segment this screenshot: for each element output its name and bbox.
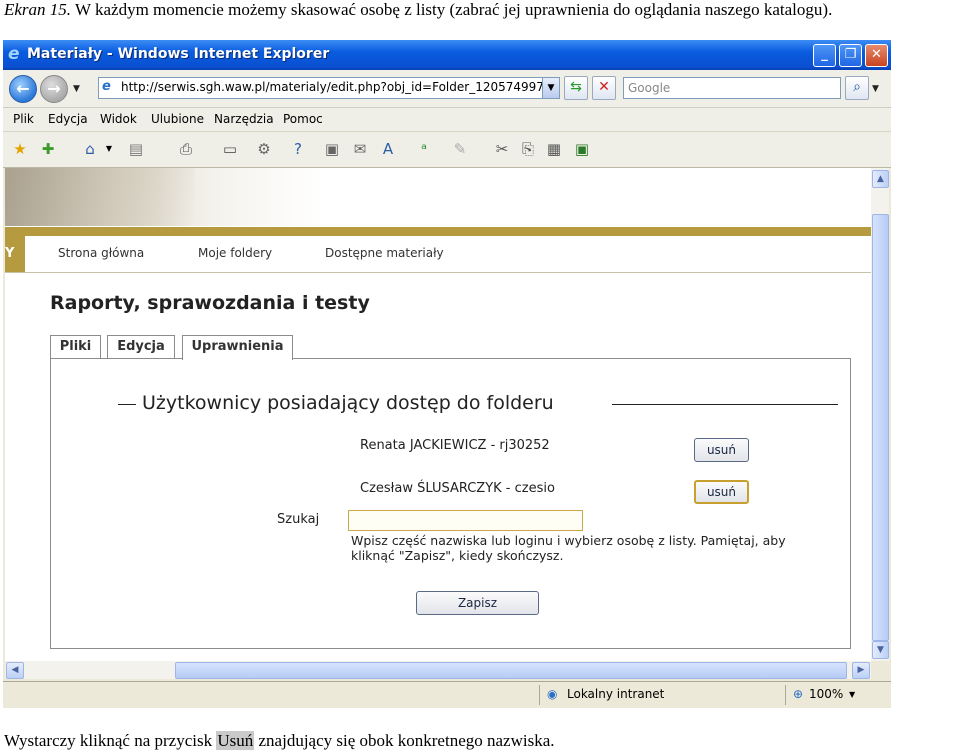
home-icon[interactable]: ⌂ (81, 140, 99, 158)
vertical-scrollbar[interactable]: ▲ ▼ (871, 168, 889, 661)
search-hint: Wpisz część nazwiska lub loginu i wybier… (351, 533, 786, 563)
user-row-1: Renata JACKIEWICZ - rj30252 (360, 438, 550, 453)
tab-pliki[interactable]: Pliki (50, 335, 101, 358)
horizontal-scroll-thumb[interactable] (175, 662, 847, 679)
menu-edycja[interactable]: Edycja (48, 112, 88, 126)
url-dropdown-icon[interactable]: ▼ (542, 78, 559, 98)
history-dropdown-icon[interactable]: ▼ (73, 84, 80, 94)
feeds-icon[interactable]: ▤ (127, 140, 145, 158)
copy-icon[interactable]: ⎘ (519, 140, 537, 158)
cut-icon[interactable]: ✂ (493, 140, 511, 158)
maximize-button[interactable]: ❐ (839, 44, 862, 67)
nav-available-materials[interactable]: Dostępne materiały (325, 246, 444, 260)
caption-top: Ekran 15. W każdym momencie możemy skaso… (4, 0, 832, 20)
save-button[interactable]: Zapisz (416, 591, 539, 615)
forward-button[interactable]: → (40, 75, 68, 103)
paste-icon[interactable]: ▦ (545, 140, 563, 158)
url-field[interactable]: e http://serwis.sgh.waw.pl/materialy/edi… (98, 77, 560, 99)
section-title: Użytkownicy posiadający dostęp do folder… (142, 392, 554, 414)
status-divider (785, 685, 786, 705)
legend-rule-right (612, 404, 838, 405)
caption-bottom-text: Wystarczy kliknąć na przycisk (4, 731, 217, 750)
user-row-2: Czesław ŚLUSARCZYK - czesio (360, 481, 555, 496)
site-banner (5, 168, 871, 226)
search-icon[interactable]: ⌕ (845, 76, 869, 100)
menu-widok[interactable]: Widok (100, 112, 137, 126)
tab-uprawnienia[interactable]: Uprawnienia (182, 335, 293, 360)
stop-button[interactable]: ✕ (592, 76, 616, 100)
nav-marker: Y (5, 236, 25, 272)
zoom-dropdown-icon[interactable]: ▼ (849, 690, 855, 699)
user-search-input[interactable] (348, 510, 583, 531)
zoom-icon: ⊕ (793, 687, 804, 701)
url-text: http://serwis.sgh.waw.pl/materialy/edit.… (121, 80, 552, 94)
menu-bar: Plik Edycja Widok Ulubione Narzędzia Pom… (3, 108, 891, 132)
caption-bottom: Wystarczy kliknąć na przycisk Usuń znajd… (4, 731, 555, 751)
search-field[interactable]: Google (623, 77, 841, 99)
intranet-globe-icon: ◉ (547, 687, 558, 701)
title-bar: e Materiały - Windows Internet Explorer … (3, 40, 891, 70)
fullscreen-icon[interactable]: ▣ (573, 140, 591, 158)
zoom-level[interactable]: 100% (809, 687, 843, 701)
minimize-button[interactable]: _ (813, 44, 836, 67)
scroll-down-icon[interactable]: ▼ (872, 641, 889, 659)
horizontal-scrollbar[interactable]: ◀ ▶ (5, 661, 871, 679)
favorites-star-icon[interactable]: ★ (11, 140, 29, 158)
banner-photo (5, 168, 195, 226)
security-zone: Lokalny intranet (567, 687, 665, 701)
close-button[interactable]: ✕ (865, 44, 888, 67)
caption-label: Ekran 15. (4, 0, 72, 19)
status-divider (539, 685, 540, 705)
encoding-icon[interactable]: A (379, 140, 397, 158)
site-nav: Y Strona główna Moje foldery Dostępne ma… (5, 236, 871, 273)
help-icon[interactable]: ? (289, 140, 307, 158)
edit-pencil-icon[interactable]: ✎ (451, 140, 469, 158)
remove-user-1-button[interactable]: usuń (694, 438, 749, 462)
address-bar: ← → ▼ e http://serwis.sgh.waw.pl/materia… (3, 70, 891, 108)
search-label: Szukaj (277, 512, 320, 527)
vertical-scroll-thumb[interactable] (872, 214, 889, 641)
window-title: Materiały - Windows Internet Explorer (27, 46, 330, 62)
tab-edycja[interactable]: Edycja (107, 335, 175, 358)
search-options-icon[interactable]: ▼ (872, 84, 879, 94)
command-bar: ★ ✚ ⌂ ▼ ▤ ⎙ ▭ ⚙ ? ▣ ✉ A ᵃ ✎ ✂ ⎘ ▦ ▣ (3, 132, 891, 168)
research-icon[interactable]: ▣ (323, 140, 341, 158)
page-menu-icon[interactable]: ▭ (221, 140, 239, 158)
refresh-button[interactable]: ⇆ (564, 76, 588, 100)
ie-logo-icon: e (8, 44, 20, 64)
remove-user-2-button[interactable]: usuń (694, 480, 749, 504)
scroll-up-icon[interactable]: ▲ (872, 170, 889, 188)
add-favorite-icon[interactable]: ✚ (39, 140, 57, 158)
menu-ulubione[interactable]: Ulubione (151, 112, 204, 126)
legend-rule-left (118, 404, 136, 405)
caption-bottom-rest: znajdujący się obok konkretnego nazwiska… (254, 731, 555, 750)
menu-plik[interactable]: Plik (13, 112, 34, 126)
back-button[interactable]: ← (9, 75, 37, 103)
banner-stripe (5, 227, 871, 236)
scroll-left-icon[interactable]: ◀ (6, 662, 24, 679)
status-bar: ◉ Lokalny intranet ⊕ 100% ▼ (3, 681, 891, 708)
search-placeholder: Google (628, 81, 671, 95)
caption-highlight: Usuń (216, 731, 255, 750)
page-viewport: Y Strona główna Moje foldery Dostępne ma… (5, 168, 871, 661)
browser-window: e Materiały - Windows Internet Explorer … (3, 40, 891, 708)
page-title: Raporty, sprawozdania i testy (50, 292, 370, 314)
home-dropdown-icon[interactable]: ▼ (100, 140, 118, 158)
scroll-right-icon[interactable]: ▶ (852, 662, 870, 679)
page-icon: e (102, 79, 111, 94)
mail-icon[interactable]: ✉ (351, 140, 369, 158)
translate-icon[interactable]: ᵃ (415, 140, 433, 158)
caption-text: W każdym momencie możemy skasować osobę … (71, 0, 833, 19)
tools-gear-icon[interactable]: ⚙ (255, 140, 273, 158)
nav-my-folders[interactable]: Moje foldery (198, 246, 272, 260)
print-icon[interactable]: ⎙ (177, 140, 195, 158)
menu-pomoc[interactable]: Pomoc (283, 112, 323, 126)
nav-home[interactable]: Strona główna (58, 246, 144, 260)
menu-narzedzia[interactable]: Narzędzia (214, 112, 274, 126)
